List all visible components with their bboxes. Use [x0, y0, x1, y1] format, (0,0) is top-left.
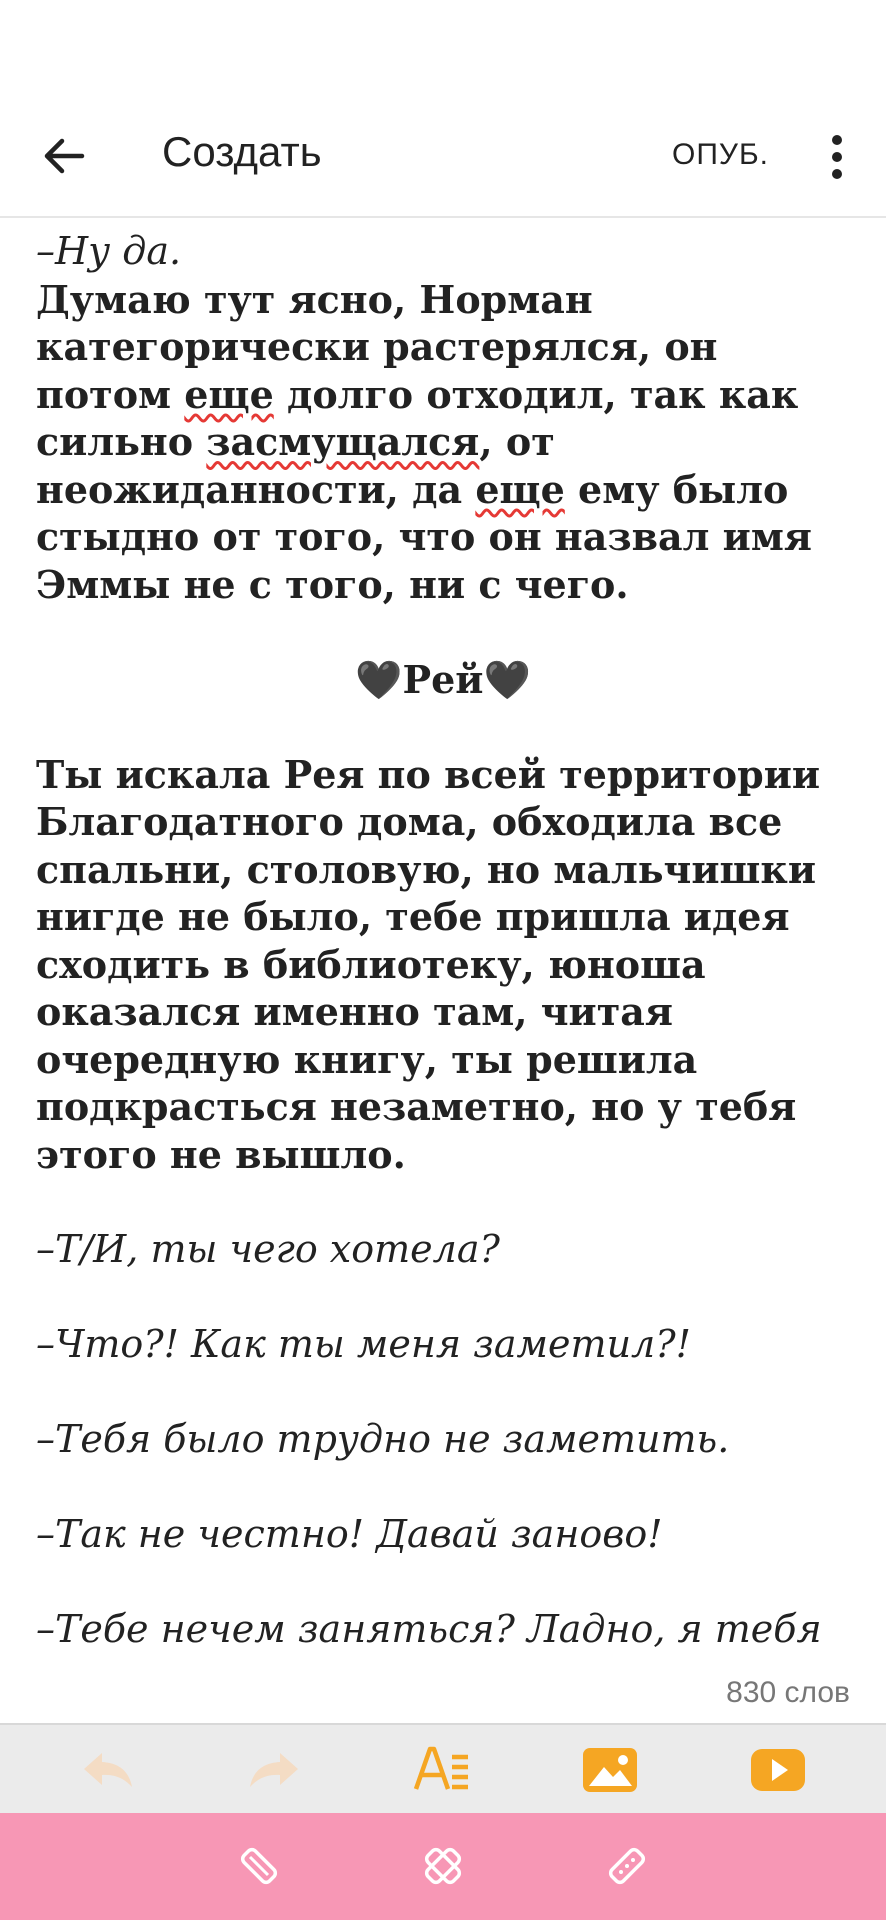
- story-content[interactable]: –Ну да. Думаю тут ясно, Норман категорич…: [0, 218, 886, 1653]
- dialogue-line: –Что?! Как ты меня заметил?!: [36, 1321, 691, 1366]
- text-format-icon[interactable]: [412, 1743, 472, 1797]
- word-count: 830 слов: [726, 1676, 850, 1709]
- diagonal-tool-alt-icon[interactable]: [604, 1843, 650, 1889]
- bottom-bar: [0, 1813, 886, 1920]
- publish-button[interactable]: ОПУБ.: [672, 138, 769, 172]
- dialogue-line: –Тебя было трудно не заметить.: [36, 1416, 730, 1461]
- redo-icon[interactable]: [244, 1743, 304, 1797]
- misspelled-word[interactable]: еще: [184, 372, 273, 417]
- page-title: Создать: [162, 128, 322, 175]
- paragraph: Думаю тут ясно, Норман категорически рас…: [36, 276, 850, 609]
- image-icon[interactable]: [580, 1743, 640, 1797]
- misspelled-word[interactable]: засмущался: [206, 419, 479, 464]
- paragraph: Ты искала Рея по всей территории Благода…: [36, 751, 821, 1177]
- close-x-icon[interactable]: [420, 1843, 466, 1889]
- undo-icon[interactable]: [78, 1743, 138, 1797]
- kebab-vertical-icon[interactable]: [822, 132, 852, 182]
- misspelled-word[interactable]: еще: [475, 467, 564, 512]
- app-bar: Создать ОПУБ.: [0, 100, 886, 218]
- dialogue-line: –Так не честно! Давай заново!: [36, 1511, 663, 1556]
- format-toolbar: [0, 1723, 886, 1815]
- diagonal-tool-icon[interactable]: [236, 1843, 282, 1889]
- story-editor[interactable]: –Ну да. Думаю тут ясно, Норман категорич…: [0, 218, 886, 1658]
- dialogue-line: –Т/И, ты чего хотела?: [36, 1226, 500, 1271]
- arrow-left-icon[interactable]: [38, 130, 90, 182]
- video-icon[interactable]: [748, 1743, 808, 1797]
- dialogue-line: –Ну да.: [36, 229, 182, 273]
- status-bar: [0, 0, 886, 100]
- section-heading: 🖤Рей🖤: [355, 656, 531, 702]
- dialogue-line: –Тебе нечем заняться? Ладно, я тебя: [36, 1606, 822, 1651]
